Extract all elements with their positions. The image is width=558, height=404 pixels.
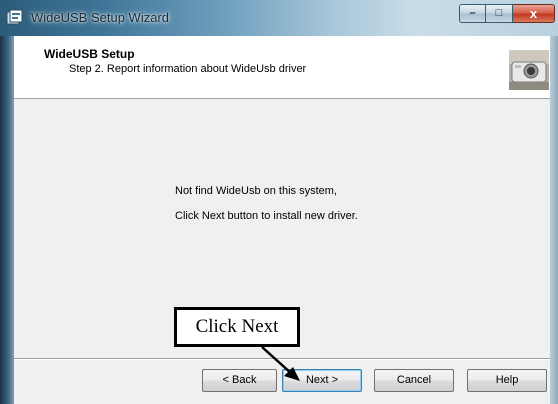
status-message: Not find WideUsb on this system, xyxy=(175,185,338,197)
minimize-icon: – xyxy=(469,7,476,19)
window-frame-right xyxy=(550,36,558,404)
cancel-button[interactable]: Cancel xyxy=(374,369,454,392)
camera-icon xyxy=(509,50,549,90)
window-frame-left xyxy=(0,36,14,404)
setup-app-icon xyxy=(6,9,23,25)
instruction-message: Click Next button to install new driver. xyxy=(175,210,358,222)
click-next-annotation: Click Next xyxy=(174,307,300,347)
header-subtitle: Step 2. Report information about WideUsb… xyxy=(69,63,307,75)
title-bar[interactable]: WideUSB Setup Wizard – □ x xyxy=(0,0,558,36)
close-button[interactable]: x xyxy=(513,4,555,23)
maximize-button[interactable]: □ xyxy=(486,4,513,23)
maximize-icon: □ xyxy=(495,7,503,19)
minimize-button[interactable]: – xyxy=(459,4,486,23)
back-button[interactable]: < Back xyxy=(202,369,277,392)
window-title: WideUSB Setup Wizard xyxy=(31,10,169,25)
wizard-header: WideUSB Setup Step 2. Report information… xyxy=(14,36,550,99)
next-button[interactable]: Next > xyxy=(282,369,362,392)
close-icon: x xyxy=(529,6,538,21)
footer-divider xyxy=(14,358,550,360)
setup-wizard-window: WideUSB Setup Wizard – □ x WideUSB Setup… xyxy=(0,0,558,404)
help-button[interactable]: Help xyxy=(467,369,547,392)
header-title: WideUSB Setup xyxy=(44,47,135,61)
